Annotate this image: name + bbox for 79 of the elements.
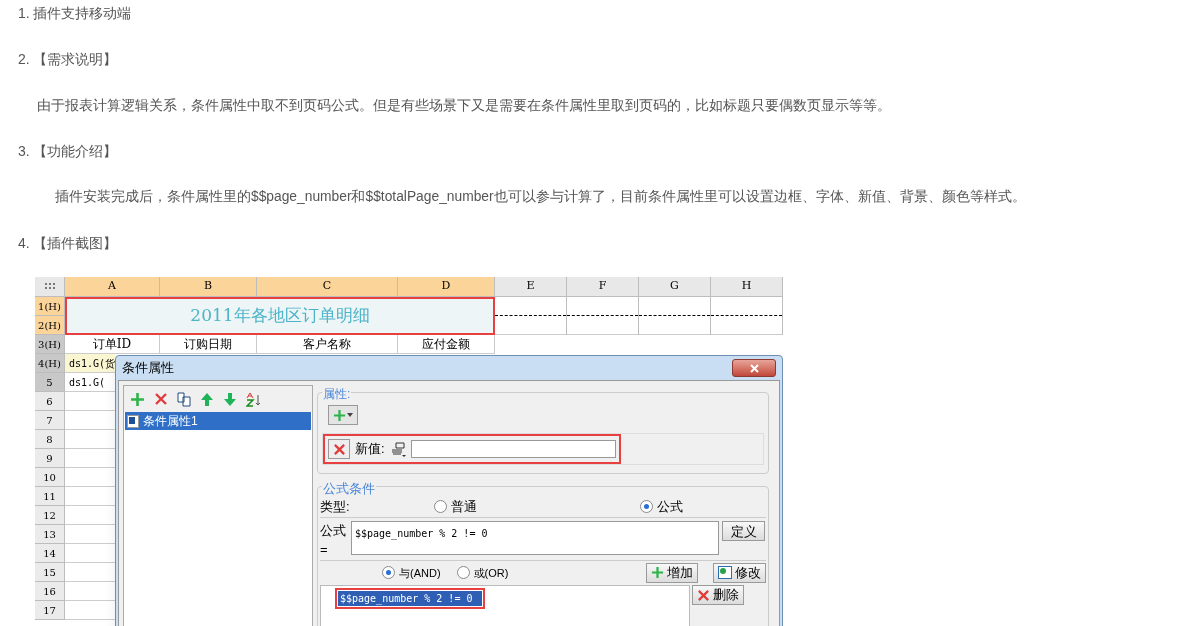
radio-button[interactable] xyxy=(640,500,653,514)
section-heading: 【需求说明】 xyxy=(33,49,117,69)
row-header[interactable]: 4(H) xyxy=(35,354,65,373)
radio-label: 普通 xyxy=(451,498,477,516)
close-icon xyxy=(749,363,759,373)
close-icon xyxy=(154,392,168,406)
row-header[interactable]: 1(H) xyxy=(35,297,65,316)
radio-button[interactable] xyxy=(382,566,395,580)
radio-label: 与(AND) xyxy=(399,565,441,581)
corner-cell[interactable] xyxy=(35,277,65,297)
copy-icon xyxy=(177,391,191,407)
radio-button[interactable] xyxy=(456,566,470,580)
text-format-icon xyxy=(389,441,406,457)
column-header[interactable]: F xyxy=(567,277,639,297)
column-header[interactable]: H xyxy=(711,277,783,297)
row-header[interactable]: 13 xyxy=(35,525,65,544)
radio-label: 或(OR) xyxy=(473,565,509,581)
document-icon xyxy=(127,414,139,428)
section-heading: 【功能介绍】 xyxy=(33,141,117,161)
row-header[interactable]: 6 xyxy=(35,392,65,411)
paragraph: 插件安装完成后，条件属性里的$$page_number和$$totalPage_number也可以参与计算了，目前条件属性里可以设置边框、字体、新值、背景、颜色等样式。 xyxy=(55,187,1026,206)
list-item[interactable]: 条件属性1 xyxy=(125,412,311,430)
close-button[interactable] xyxy=(732,359,776,377)
list-number: 4. xyxy=(18,233,31,253)
list-number: 1. xyxy=(18,3,31,23)
plus-icon xyxy=(651,566,664,580)
column-header[interactable]: E xyxy=(495,277,567,297)
condition-item[interactable]: $$page_number % 2 != 0 xyxy=(338,591,482,606)
column-header[interactable]: C xyxy=(257,277,398,297)
grid-icon xyxy=(44,283,55,290)
arrow-down-icon xyxy=(223,391,237,407)
table-cell: 应付金额 xyxy=(398,335,495,354)
field-label: 新值: xyxy=(355,440,385,459)
formula-field[interactable]: $$page_number % 2 != 0 xyxy=(351,520,719,555)
row-header[interactable]: 5 xyxy=(35,373,65,392)
plus-icon xyxy=(130,391,145,407)
window-title: 条件属性 xyxy=(122,359,174,378)
row-header[interactable]: 3(H) xyxy=(35,335,65,354)
paragraph: 由于报表计算逻辑关系，条件属性中取不到页码公式。但是有些场景下又是需要在条件属性里取到页码的，比如标题只要偶数页显示等等。 xyxy=(37,95,891,115)
row-header[interactable]: 15 xyxy=(35,563,65,582)
row-header[interactable]: 7 xyxy=(35,411,65,430)
delete-button[interactable]: 删除 xyxy=(692,585,744,605)
row-header[interactable]: 9 xyxy=(35,449,65,468)
column-header[interactable]: D xyxy=(398,277,495,297)
row-header[interactable]: 17 xyxy=(35,601,65,620)
input-field[interactable] xyxy=(410,440,616,458)
section-heading: 【插件截图】 xyxy=(33,233,117,253)
row-header[interactable]: 16 xyxy=(35,582,65,601)
row-header[interactable]: 2(H) xyxy=(35,316,65,335)
table-cell: 订购日期 xyxy=(160,335,257,354)
row-header[interactable]: 14 xyxy=(35,544,65,563)
column-header[interactable]: G xyxy=(639,277,711,297)
delete-button[interactable] xyxy=(328,439,350,459)
list-number: 3. xyxy=(18,141,31,161)
close-icon xyxy=(697,588,710,602)
table-cell: ds1.G(货 xyxy=(65,354,115,373)
column-header[interactable]: B xyxy=(160,277,257,297)
section-heading: 插件支持移动端 xyxy=(33,3,131,23)
field-label: 类型: xyxy=(320,498,351,516)
arrow-up-icon xyxy=(200,391,214,407)
close-icon xyxy=(332,442,346,456)
row-header[interactable]: 11 xyxy=(35,487,65,506)
column-header[interactable]: A xyxy=(65,277,160,297)
define-button[interactable]: 定义 xyxy=(722,520,765,541)
row-header[interactable]: 10 xyxy=(35,468,65,487)
radio-label: 公式 xyxy=(657,498,683,516)
field-label: 公式= xyxy=(320,521,347,559)
radio-button[interactable] xyxy=(434,500,447,514)
list-number: 2. xyxy=(18,49,31,69)
group-legend: 属性: xyxy=(322,385,352,403)
row-header[interactable]: 12 xyxy=(35,506,65,525)
plus-icon xyxy=(333,408,346,422)
add-dropdown-button[interactable] xyxy=(328,405,358,425)
table-cell: 客户名称 xyxy=(257,335,398,354)
caret-icon xyxy=(347,413,353,417)
sort-icon xyxy=(246,391,262,407)
add-button[interactable]: 增加 xyxy=(646,562,698,583)
row-header[interactable]: 8 xyxy=(35,430,65,449)
edit-button[interactable]: 修改 xyxy=(713,562,766,583)
